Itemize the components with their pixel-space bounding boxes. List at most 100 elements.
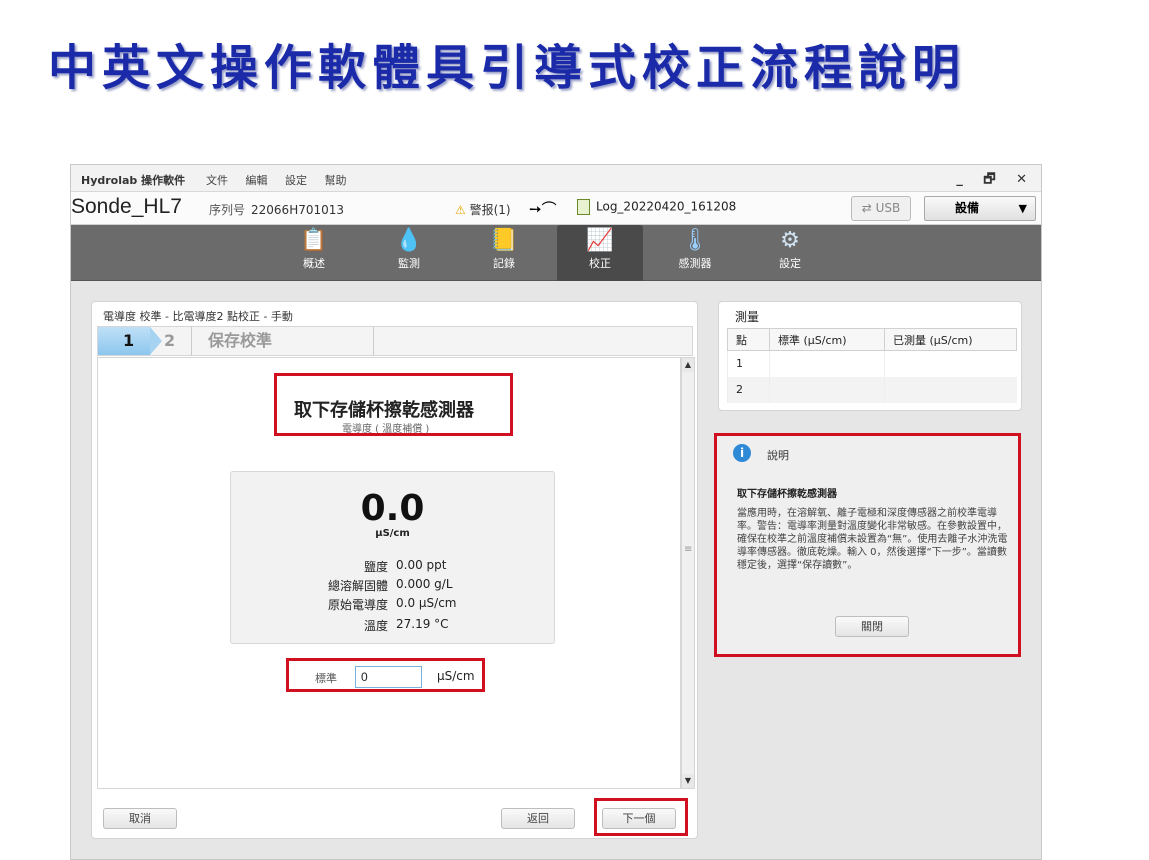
device-bar: Sonde_HL7 序列号 22066H701013 ⚠ 警报(1) ➙⌒ Log… <box>71 192 1041 225</box>
help-text: 當應用時，在溶解氧、離子電極和深度傳感器之前校準電導率。警告：電導率測量對溫度變… <box>737 508 1008 571</box>
help-heading: 說明 <box>767 449 789 462</box>
clipboard-icon: 📋 <box>300 228 328 253</box>
measurement-table: 點 標準 (μS/cm) 已測量 (μS/cm) 1 2 <box>727 328 1017 403</box>
menu-bar: Hydrolab 操作軟件 文件 編輯 設定 幫助 _ 🗗 ✕ <box>71 165 1041 192</box>
tab-monitor[interactable]: 💧 監測 <box>366 225 452 281</box>
plug-icon: ➙⌒ <box>529 200 557 218</box>
param-value: 0.000 g/L <box>396 577 453 591</box>
serial-label: 序列号 <box>209 203 246 217</box>
instruction-title: 取下存儲杯擦乾感測器 <box>294 400 474 421</box>
calibration-header: 電導度 校準 - 比電導度2 點校正 - 手動 <box>103 310 293 323</box>
tab-settings[interactable]: ⚙ 設定 <box>747 225 833 281</box>
tab-overview-label: 概述 <box>303 257 325 270</box>
step-divider <box>360 326 374 356</box>
standard-label: 標準 <box>315 672 337 685</box>
slide-title: 中英文操作軟體具引導式校正流程說明 <box>48 40 967 96</box>
calibration-content: 取下存儲杯擦乾感測器 電導度 ( 溫度補償 ) 0.0 μS/cm 鹽度 0.00… <box>97 357 681 789</box>
table-cell: 1 <box>727 350 770 377</box>
log-file[interactable]: Log_20220420_161208 <box>577 199 736 215</box>
reading-card: 0.0 μS/cm 鹽度 0.00 ppt 總溶解固體 0.000 g/L 原始電導… <box>230 471 555 644</box>
menu-edit[interactable]: 編輯 <box>246 174 268 187</box>
alarm-indicator[interactable]: ⚠ 警报(1) <box>455 201 511 218</box>
table-cell <box>769 376 885 403</box>
tab-calibrate[interactable]: 📈 校正 <box>557 225 643 281</box>
tab-log-label: 記錄 <box>493 257 515 270</box>
standard-unit: μS/cm <box>437 669 475 683</box>
step-2: 2 <box>164 331 176 350</box>
usb-label: USB <box>875 201 901 215</box>
param-value: 27.19 °C <box>396 617 449 631</box>
device-name: Sonde_HL7 <box>71 195 182 218</box>
device-dropdown-label: 設備 <box>955 201 980 215</box>
log-icon <box>577 199 590 215</box>
param-label: 總溶解固體 <box>327 579 388 593</box>
param-label: 原始電導度 <box>327 598 388 612</box>
warning-icon: ⚠ <box>455 203 466 217</box>
tab-monitor-label: 監測 <box>398 257 420 270</box>
minimize-button[interactable]: _ <box>956 172 963 187</box>
tab-calibrate-label: 校正 <box>589 257 611 270</box>
app-window: Hydrolab 操作軟件 文件 編輯 設定 幫助 _ 🗗 ✕ Sonde_HL… <box>70 164 1042 860</box>
menu-help[interactable]: 幫助 <box>325 174 347 187</box>
alarm-text: 警报(1) <box>469 203 511 217</box>
step-divider <box>178 326 192 356</box>
tab-sensors[interactable]: 🌡 感測器 <box>652 225 738 281</box>
scroll-down-icon[interactable]: ▼ <box>682 774 694 788</box>
step-save: 保存校準 <box>208 331 273 350</box>
info-icon: i <box>733 444 751 462</box>
main-toolbar: 📋 概述 💧 監測 📒 記錄 📈 校正 🌡 感測器 ⚙ 設定 <box>71 225 1041 281</box>
instruction-subtitle: 電導度 ( 溫度補償 ) <box>342 424 430 435</box>
tab-log[interactable]: 📒 記錄 <box>461 225 547 281</box>
next-button[interactable]: 下一個 <box>602 808 676 829</box>
usb-button[interactable]: ⇄ USB <box>851 196 911 221</box>
tab-sensors-label: 感測器 <box>678 257 712 270</box>
param-label: 溫度 <box>363 619 388 633</box>
log-name: Log_20220420_161208 <box>596 199 737 214</box>
window-controls: _ 🗗 ✕ <box>940 170 1027 192</box>
table-cell <box>769 350 885 377</box>
serial-value: 22066H701013 <box>251 203 345 217</box>
device-dropdown[interactable]: 設備 ▼ <box>924 196 1036 221</box>
usb-icon: ⇄ <box>861 201 876 215</box>
table-row: 1 <box>727 350 1017 377</box>
back-button[interactable]: 返回 <box>501 808 575 829</box>
column-header: 標準 (μS/cm) <box>769 328 885 351</box>
drop-icon: 💧 <box>395 228 423 253</box>
reading-value: 0.0 <box>360 488 425 529</box>
table-row: 2 <box>727 376 1017 403</box>
cancel-button[interactable]: 取消 <box>103 808 177 829</box>
table-cell <box>884 376 1017 403</box>
standard-input[interactable] <box>355 666 422 688</box>
tab-overview[interactable]: 📋 概述 <box>271 225 357 281</box>
table-cell: 2 <box>727 376 770 403</box>
close-window-button[interactable]: ✕ <box>1016 172 1027 187</box>
scroll-grip-icon[interactable]: ≡ <box>684 544 692 555</box>
measurement-title: 測量 <box>735 310 760 324</box>
column-header: 已測量 (μS/cm) <box>884 328 1017 351</box>
help-title: 取下存儲杯擦乾感測器 <box>737 489 837 500</box>
step-1: 1 <box>98 327 162 355</box>
standard-entry: 標準 μS/cm <box>286 658 485 692</box>
restore-button[interactable]: 🗗 <box>983 172 995 187</box>
menu-file[interactable]: 文件 <box>206 174 228 187</box>
tab-settings-label: 設定 <box>779 257 801 270</box>
calibration-panel: 電導度 校準 - 比電導度2 點校正 - 手動 1 2 保存校準 取下存儲杯擦乾… <box>91 301 698 839</box>
content-scrollbar[interactable]: ▲ ≡ ▼ <box>681 357 695 789</box>
app-name: Hydrolab 操作軟件 <box>81 174 186 187</box>
serial-number: 序列号 22066H701013 <box>209 201 344 218</box>
calibrate-icon: 📈 <box>586 228 614 253</box>
column-header: 點 <box>727 328 770 351</box>
help-panel: i 說明 取下存儲杯擦乾感測器 當應用時，在溶解氧、離子電極和深度傳感器之前校準… <box>714 433 1021 657</box>
chevron-down-icon: ▼ <box>1018 202 1027 215</box>
close-button[interactable]: 關閉 <box>835 616 909 637</box>
step-wizard: 1 2 保存校準 <box>97 326 693 356</box>
scroll-up-icon[interactable]: ▲ <box>682 358 694 372</box>
reading-unit: μS/cm <box>375 528 410 539</box>
menu-settings[interactable]: 設定 <box>285 174 307 187</box>
param-value: 0.0 μS/cm <box>396 596 457 610</box>
notebook-icon: 📒 <box>490 228 518 253</box>
thermometer-icon: 🌡 <box>681 228 709 253</box>
menu-list: 文件 編輯 設定 幫助 <box>206 172 361 188</box>
gear-icon: ⚙ <box>780 228 800 253</box>
param-value: 0.00 ppt <box>396 558 447 572</box>
